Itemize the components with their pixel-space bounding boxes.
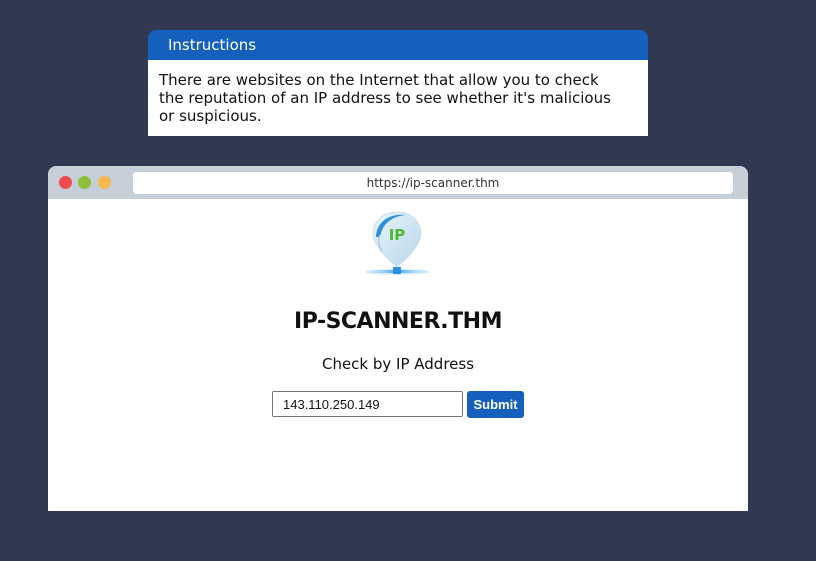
address-bar[interactable]: https://ip-scanner.thm <box>133 172 733 194</box>
submit-button[interactable]: Submit <box>467 391 524 418</box>
minimize-dot[interactable] <box>78 176 91 189</box>
close-dot[interactable] <box>59 176 72 189</box>
ip-pin-logo-icon: IP <box>365 211 429 275</box>
browser-toolbar: https://ip-scanner.thm <box>48 166 748 199</box>
check-subtitle: Check by IP Address <box>321 355 475 373</box>
instructions-panel: Instructions There are websites on the I… <box>148 30 648 136</box>
instructions-text: There are websites on the Internet that … <box>148 60 648 136</box>
site-title: IP-SCANNER.THM <box>294 309 502 334</box>
browser-window: https://ip-scanner.thm IP IP-SCANNER.THM… <box>48 166 748 511</box>
instructions-title: Instructions <box>148 30 648 60</box>
ip-address-input[interactable] <box>272 391 463 417</box>
maximize-dot[interactable] <box>98 176 111 189</box>
browser-content: IP IP-SCANNER.THM Check by IP Address Su… <box>48 199 748 511</box>
logo-text: IP <box>389 226 406 244</box>
